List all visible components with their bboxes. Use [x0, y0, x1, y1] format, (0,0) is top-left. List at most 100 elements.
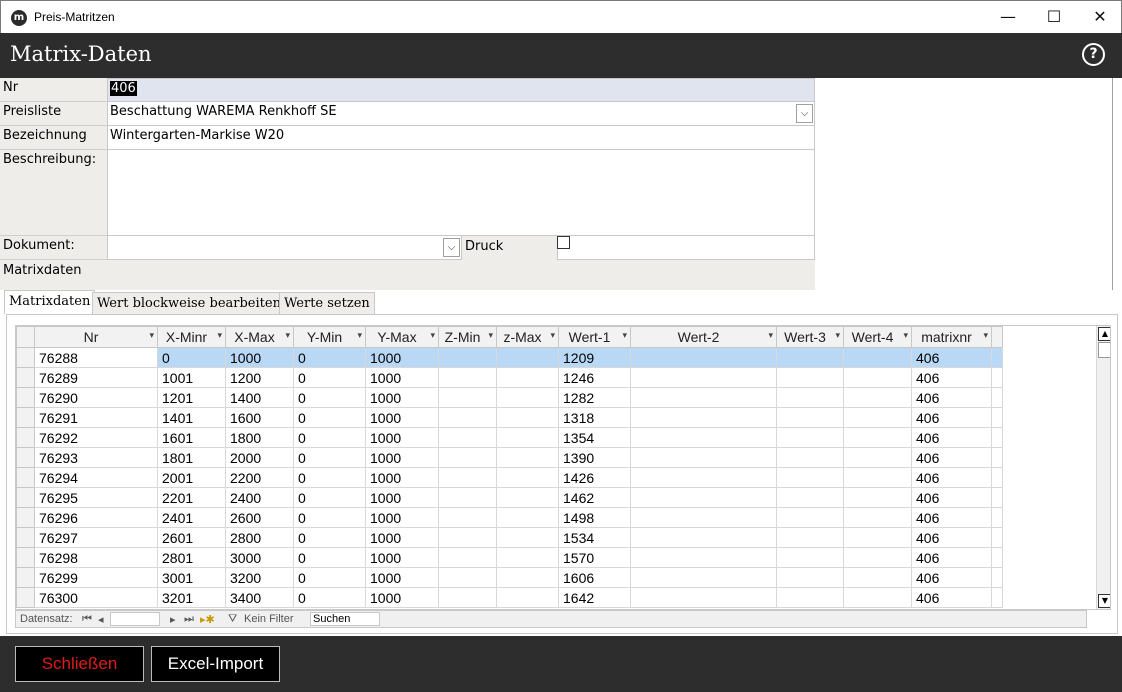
table-cell[interactable]: 1606 [558, 567, 631, 588]
table-cell[interactable] [438, 447, 497, 468]
table-cell[interactable] [843, 407, 912, 428]
row-selector[interactable] [16, 367, 35, 388]
table-cell[interactable] [496, 367, 559, 388]
table-cell[interactable] [496, 387, 559, 408]
table-cell[interactable] [630, 567, 777, 588]
table-cell[interactable]: 1400 [225, 387, 294, 408]
table-cell[interactable] [843, 387, 912, 408]
table-cell[interactable] [438, 347, 497, 368]
tab-wert-blockweise-bearbeiten[interactable]: Wert blockweise bearbeiten [92, 292, 286, 314]
table-cell[interactable] [630, 527, 777, 548]
table-cell[interactable] [776, 347, 844, 368]
table-row[interactable]: 76295 2201 2400 0 1000 1462 406 [16, 487, 1003, 508]
row-selector[interactable] [16, 447, 35, 468]
table-cell[interactable]: 1282 [558, 387, 631, 408]
tab-werte-setzen[interactable]: Werte setzen [279, 292, 375, 314]
sort-dropdown-icon[interactable]: ▾ [550, 330, 555, 341]
nr-field[interactable]: 406 [107, 78, 815, 102]
table-cell[interactable]: 76300 [34, 587, 158, 608]
column-header[interactable]: Wert-1 ▾ [558, 326, 631, 348]
table-cell[interactable]: 1000 [365, 547, 439, 568]
table-cell[interactable]: 406 [911, 487, 992, 508]
table-cell[interactable]: 406 [911, 387, 992, 408]
table-cell[interactable] [496, 447, 559, 468]
table-cell[interactable] [776, 387, 844, 408]
chevron-down-icon[interactable]: ⌵ [443, 238, 460, 257]
column-header[interactable]: matrixnr ▾ [911, 326, 992, 348]
column-header[interactable]: Y-Max ▾ [365, 326, 439, 348]
table-cell[interactable]: 406 [911, 427, 992, 448]
vertical-scrollbar[interactable]: ▲ ▼ [1096, 326, 1110, 609]
table-cell[interactable]: 1000 [365, 347, 439, 368]
table-cell[interactable]: 406 [911, 507, 992, 528]
table-row[interactable]: 76300 3201 3400 0 1000 1642 406 [16, 587, 1003, 608]
table-cell[interactable]: 1570 [558, 547, 631, 568]
sort-dropdown-icon[interactable]: ▾ [285, 330, 290, 341]
column-header[interactable]: Wert-2 ▾ [630, 326, 777, 348]
table-cell[interactable] [438, 387, 497, 408]
table-cell[interactable]: 0 [293, 547, 366, 568]
table-cell[interactable] [438, 407, 497, 428]
sort-dropdown-icon[interactable]: ▾ [983, 330, 988, 341]
table-cell[interactable]: 406 [911, 347, 992, 368]
table-cell[interactable]: 406 [911, 467, 992, 488]
table-cell[interactable] [496, 547, 559, 568]
scroll-down-icon[interactable]: ▼ [1098, 594, 1110, 608]
filter-status[interactable]: Kein Filter [244, 613, 294, 625]
table-cell[interactable] [630, 547, 777, 568]
table-cell[interactable] [843, 447, 912, 468]
table-cell[interactable] [438, 427, 497, 448]
table-cell[interactable]: 1390 [558, 447, 631, 468]
table-cell[interactable]: 3200 [225, 567, 294, 588]
chevron-down-icon[interactable]: ⌵ [796, 104, 813, 123]
table-cell[interactable]: 0 [293, 387, 366, 408]
column-header[interactable]: Z-Min ▾ [438, 326, 497, 348]
table-row[interactable]: 76293 1801 2000 0 1000 1390 406 [16, 447, 1003, 468]
table-cell[interactable]: 76289 [34, 367, 158, 388]
table-cell[interactable]: 1426 [558, 467, 631, 488]
column-header[interactable]: Y-Min ▾ [293, 326, 366, 348]
help-icon[interactable]: ? [1082, 43, 1105, 66]
table-cell[interactable] [843, 527, 912, 548]
table-cell[interactable] [776, 367, 844, 388]
table-cell[interactable] [630, 387, 777, 408]
table-cell[interactable]: 3400 [225, 587, 294, 608]
table-cell[interactable] [776, 487, 844, 508]
table-row[interactable]: 76294 2001 2200 0 1000 1426 406 [16, 467, 1003, 488]
table-cell[interactable]: 76290 [34, 387, 158, 408]
table-cell[interactable]: 76296 [34, 507, 158, 528]
record-number-input[interactable] [110, 612, 160, 626]
preisliste-combobox[interactable]: Beschattung WAREMA Renkhoff SE ⌵ [107, 102, 815, 126]
table-cell[interactable] [843, 547, 912, 568]
table-cell[interactable]: 1534 [558, 527, 631, 548]
sort-dropdown-icon[interactable]: ▾ [903, 330, 908, 341]
table-row[interactable]: 76291 1401 1600 0 1000 1318 406 [16, 407, 1003, 428]
table-cell[interactable]: 0 [157, 347, 226, 368]
table-cell[interactable] [630, 407, 777, 428]
table-cell[interactable] [630, 347, 777, 368]
sort-dropdown-icon[interactable]: ▾ [622, 330, 627, 341]
table-cell[interactable] [630, 507, 777, 528]
table-cell[interactable]: 2000 [225, 447, 294, 468]
table-row[interactable]: 76290 1201 1400 0 1000 1282 406 [16, 387, 1003, 408]
search-input[interactable]: Suchen [310, 612, 380, 626]
table-cell[interactable] [438, 367, 497, 388]
table-cell[interactable] [776, 427, 844, 448]
table-cell[interactable] [438, 507, 497, 528]
table-cell[interactable] [776, 447, 844, 468]
table-cell[interactable]: 1401 [157, 407, 226, 428]
row-selector[interactable] [16, 427, 35, 448]
table-cell[interactable]: 1000 [225, 347, 294, 368]
table-cell[interactable]: 0 [293, 407, 366, 428]
table-cell[interactable] [496, 527, 559, 548]
table-cell[interactable]: 2200 [225, 467, 294, 488]
minimize-button[interactable]: — [985, 1, 1031, 33]
table-cell[interactable] [776, 527, 844, 548]
table-cell[interactable]: 0 [293, 367, 366, 388]
excel-import-button[interactable]: Excel-Import [151, 646, 280, 682]
table-cell[interactable]: 0 [293, 507, 366, 528]
table-cell[interactable]: 2601 [157, 527, 226, 548]
select-all-cell[interactable] [16, 326, 35, 348]
table-cell[interactable] [843, 427, 912, 448]
row-selector[interactable] [16, 387, 35, 408]
